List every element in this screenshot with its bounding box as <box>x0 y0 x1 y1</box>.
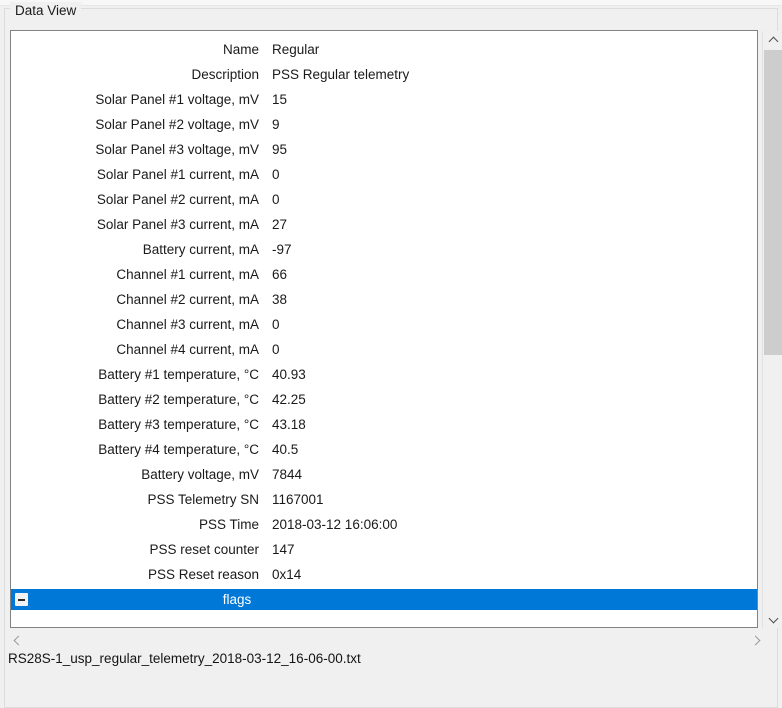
table-row[interactable]: PSS Reset reason 0x14 <box>11 562 757 587</box>
table-row[interactable]: Battery current, mA -97 <box>11 237 757 262</box>
chevron-right-icon <box>750 636 760 646</box>
row-label: PSS reset counter <box>11 542 259 557</box>
row-label: Solar Panel #2 current, mA <box>11 192 259 207</box>
row-label: Solar Panel #2 voltage, mV <box>11 117 259 132</box>
row-label: Channel #3 current, mA <box>11 317 259 332</box>
row-label: PSS Telemetry SN <box>11 492 259 507</box>
row-value: 1167001 <box>272 492 324 507</box>
table-row[interactable]: Solar Panel #3 voltage, mV 95 <box>11 137 757 162</box>
row-value: 0 <box>272 317 280 332</box>
row-value: 42.25 <box>272 392 306 407</box>
groupbox-title: Data View <box>10 2 81 20</box>
row-label: Solar Panel #1 current, mA <box>11 167 259 182</box>
row-value: 2018-03-12 16:06:00 <box>272 517 397 532</box>
table-row[interactable]: Battery #3 temperature, °C 43.18 <box>11 412 757 437</box>
window-top-edge <box>0 0 782 6</box>
row-label: Solar Panel #3 current, mA <box>11 217 259 232</box>
row-value: 43.18 <box>272 417 306 432</box>
row-label: Battery current, mA <box>11 242 259 257</box>
table-row[interactable]: Battery #1 temperature, °C 40.93 <box>11 362 757 387</box>
row-value: PSS Regular telemetry <box>272 67 409 82</box>
table-row[interactable]: Name Regular <box>11 37 757 62</box>
row-value: 0x14 <box>272 567 301 582</box>
row-value: -97 <box>272 242 292 257</box>
table-row[interactable]: Solar Panel #1 voltage, mV 15 <box>11 87 757 112</box>
row-label: Solar Panel #1 voltage, mV <box>11 92 259 107</box>
table-row[interactable]: Solar Panel #1 current, mA 0 <box>11 162 757 187</box>
vertical-scrollbar[interactable] <box>762 31 782 628</box>
table-row[interactable]: PSS Telemetry SN 1167001 <box>11 487 757 512</box>
category-row-label: flags <box>11 592 463 607</box>
row-value: 40.93 <box>272 367 306 382</box>
row-value: 147 <box>272 542 295 557</box>
row-value: 7844 <box>272 467 302 482</box>
table-row[interactable]: Channel #4 current, mA 0 <box>11 337 757 362</box>
table-row[interactable]: Solar Panel #2 current, mA 0 <box>11 187 757 212</box>
chevron-left-icon <box>13 636 23 646</box>
row-label: Battery #4 temperature, °C <box>11 442 259 457</box>
row-value: Regular <box>272 42 319 57</box>
row-value: 9 <box>272 117 280 132</box>
row-label: Battery voltage, mV <box>11 467 259 482</box>
row-value: 40.5 <box>272 442 298 457</box>
table-row[interactable]: Channel #2 current, mA 38 <box>11 287 757 312</box>
row-value: 0 <box>272 192 280 207</box>
scroll-up-button[interactable] <box>763 31 782 48</box>
table-row[interactable]: Solar Panel #3 current, mA 27 <box>11 212 757 237</box>
table-row[interactable]: Battery #4 temperature, °C 40.5 <box>11 437 757 462</box>
row-label: PSS Time <box>11 517 259 532</box>
table-row[interactable]: Channel #1 current, mA 66 <box>11 262 757 287</box>
chevron-up-icon <box>768 36 778 46</box>
table-row[interactable]: Battery #2 temperature, °C 42.25 <box>11 387 757 412</box>
row-label: Solar Panel #3 voltage, mV <box>11 142 259 157</box>
row-value: 95 <box>272 142 287 157</box>
row-label: Battery #2 temperature, °C <box>11 392 259 407</box>
flags-category-row[interactable]: flags <box>11 589 757 610</box>
scroll-down-button[interactable] <box>763 611 782 628</box>
table-row[interactable]: Battery voltage, mV 7844 <box>11 462 757 487</box>
table-row[interactable]: PSS reset counter 147 <box>11 537 757 562</box>
table-row[interactable]: Description PSS Regular telemetry <box>11 62 757 87</box>
telemetry-rows: Name Regular Description PSS Regular teleme… <box>11 31 757 587</box>
row-label: Battery #3 temperature, °C <box>11 417 259 432</box>
row-label: Channel #1 current, mA <box>11 267 259 282</box>
vertical-scrollbar-thumb[interactable] <box>764 50 782 355</box>
telemetry-grid[interactable]: Name Regular Description PSS Regular teleme… <box>10 30 758 628</box>
row-label: Battery #1 temperature, °C <box>11 367 259 382</box>
row-label: Channel #4 current, mA <box>11 342 259 357</box>
row-value: 66 <box>272 267 287 282</box>
row-value: 0 <box>272 342 280 357</box>
table-row[interactable]: Solar Panel #2 voltage, mV 9 <box>11 112 757 137</box>
row-value: 38 <box>272 292 287 307</box>
row-label: Name <box>11 42 259 57</box>
row-value: 15 <box>272 92 287 107</box>
scroll-left-button[interactable] <box>8 632 25 649</box>
row-value: 27 <box>272 217 287 232</box>
table-row[interactable]: Channel #3 current, mA 0 <box>11 312 757 337</box>
row-value: 0 <box>272 167 280 182</box>
row-label: PSS Reset reason <box>11 567 259 582</box>
chevron-down-icon <box>768 613 778 623</box>
row-label: Description <box>11 67 259 82</box>
status-filename: RS28S-1_usp_regular_telemetry_2018-03-12… <box>8 651 361 666</box>
scroll-right-button[interactable] <box>748 632 765 649</box>
table-row[interactable]: PSS Time 2018-03-12 16:06:00 <box>11 512 757 537</box>
row-label: Channel #2 current, mA <box>11 292 259 307</box>
